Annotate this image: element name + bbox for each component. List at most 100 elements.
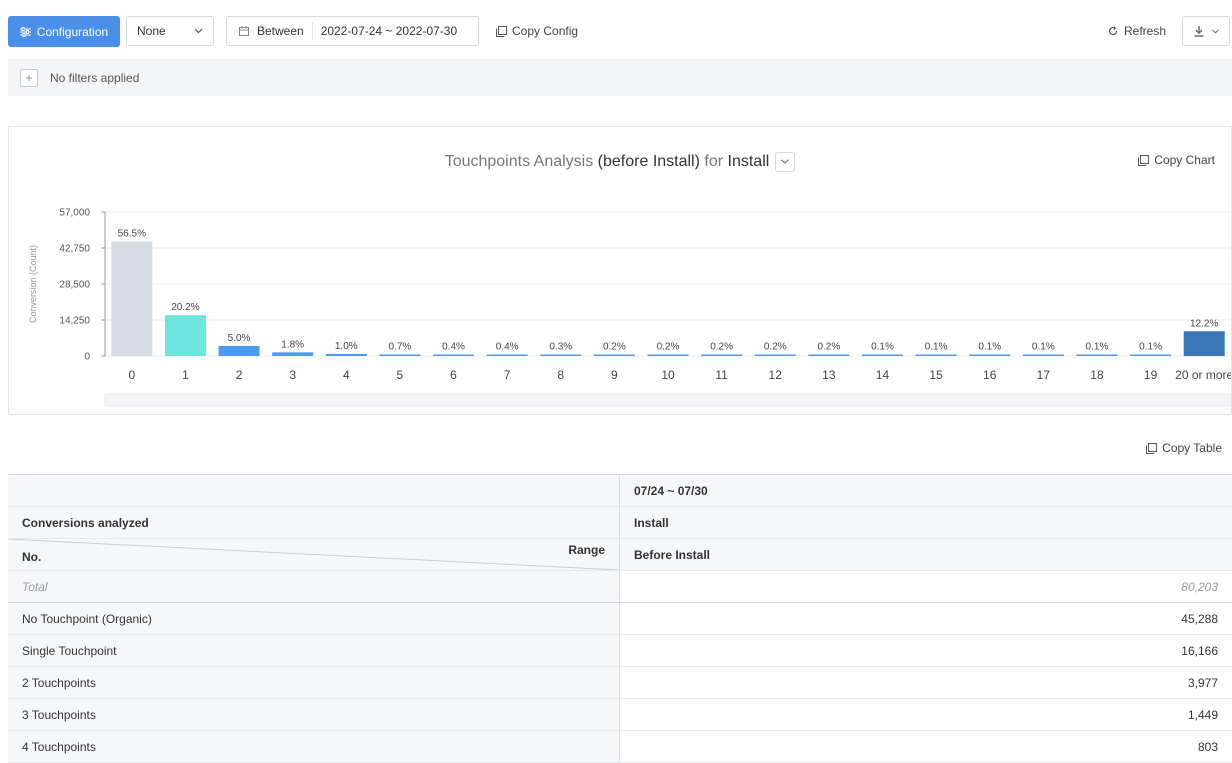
table-header-range: No. Range Before Install [8,539,1232,571]
table-row: 3 Touchpoints 1,449 [8,699,1232,731]
filter-status: No filters applied [50,70,140,85]
table-row: 2 Touchpoints 3,977 [8,667,1232,699]
row-label: Single Touchpoint [8,635,620,666]
data-label: 0.1% [1086,342,1109,353]
data-label: 12.2% [1190,318,1218,329]
chart-panel: Touchpoints Analysis (before Install) fo… [8,126,1232,415]
y-tick-label: 14,250 [59,316,90,327]
download-icon [1194,25,1203,37]
table-row: 4 Touchpoints 803 [8,731,1232,763]
bar-chart: 57,000 42,750 28,500 14,250 0 Conversion (Cou… [28,208,1231,407]
x-tick-label: 1 [182,368,189,382]
period-header: 07/24 ~ 07/30 [620,475,1232,506]
copy-table-button[interactable]: Copy Table [1146,441,1222,455]
data-label: 0.7% [389,342,412,353]
refresh-label: Refresh [1124,24,1167,38]
chevron-down-icon [1211,28,1219,34]
data-label: 0.1% [978,342,1001,353]
table-header-conversion: Conversions analyzed Install [8,507,1232,539]
row-value: 45,288 [1181,611,1218,626]
data-table: 07/24 ~ 07/30 Conversions analyzed Insta… [8,474,1232,763]
toolbar: Configuration None Between 2022-07-24 ~ … [8,16,1230,48]
data-label: 0.1% [871,342,894,353]
calendar-icon [239,26,249,36]
add-filter-button[interactable]: + [20,68,38,87]
data-label: 0.2% [817,342,840,353]
bar [272,352,314,356]
x-tick-label: 10 [661,368,675,382]
x-tick-label: 20 or more [1175,368,1231,382]
y-tick-label: 28,500 [59,280,90,291]
refresh-button[interactable]: Refresh [1108,24,1166,38]
x-tick-label: 5 [397,368,404,382]
copy-table-label: Copy Table [1162,441,1222,455]
configuration-button[interactable]: Configuration [8,16,120,47]
row-value: 16,166 [1181,643,1218,658]
conversions-analyzed-value: Install [620,507,1232,538]
x-tick-label: 2 [236,368,243,382]
row-label: No Touchpoint (Organic) [8,603,620,634]
data-label: 0.2% [710,342,733,353]
conversions-analyzed-label: Conversions analyzed [8,507,620,538]
download-dropdown[interactable] [1182,16,1230,46]
y-tick-label: 42,750 [59,244,90,255]
date-range-mode[interactable]: Between [227,22,313,40]
bar [540,354,582,356]
bar [486,354,528,356]
x-tick-label: 9 [611,368,618,382]
sliders-icon [19,26,31,37]
bar [111,241,153,356]
x-tick-label: 14 [876,368,890,382]
chart-scroll-strip [104,393,1231,407]
table-row: Single Touchpoint 16,166 [8,635,1232,667]
date-range-mode-label: Between [257,24,304,38]
date-range-picker[interactable]: Between 2022-07-24 ~ 2022-07-30 [226,16,479,46]
data-label: 0.4% [442,342,465,353]
filter-bar: + No filters applied [8,59,1232,96]
bar [808,354,850,356]
row-value: 803 [1197,739,1218,754]
data-label: 0.2% [603,342,626,353]
copy-config-button[interactable]: Copy Config [496,24,578,38]
date-range-value: 2022-07-24 ~ 2022-07-30 [320,24,458,38]
configuration-label: Configuration [36,24,109,39]
row-value: 3,977 [1187,675,1218,690]
bar [218,345,260,356]
data-label: 0.3% [549,342,572,353]
data-label: 0.1% [925,342,948,353]
x-tick-label: 0 [128,368,135,382]
range-label: Range [568,543,605,557]
data-label: 0.1% [1032,342,1055,353]
bar [754,354,796,356]
bar [433,354,475,356]
diagonal-divider [8,539,619,570]
bar [1183,331,1225,356]
data-label: 0.2% [657,342,680,353]
bar [325,353,367,356]
bar [164,315,206,356]
x-tick-label: 16 [983,368,997,382]
x-tick-label: 8 [557,368,564,382]
row-label: 3 Touchpoints [8,699,620,730]
x-tick-label: 3 [289,368,296,382]
data-label: 1.0% [335,341,358,352]
bar [379,354,421,356]
bar [1130,354,1172,356]
x-tick-label: 11 [715,368,728,382]
bar [1022,354,1064,356]
y-tick-label: 57,000 [59,208,90,219]
header-blank [8,475,620,506]
copy-config-label: Copy Config [512,24,579,38]
data-label: 1.8% [281,339,304,350]
copy-icon [1146,442,1158,454]
chevron-down-icon [194,28,203,34]
data-label: 56.5% [118,229,146,240]
bar [593,354,635,356]
x-tick-label: 18 [1090,368,1104,382]
range-value: Before Install [620,539,1232,570]
y-axis-label: Conversion (Count) [28,245,38,323]
total-value: 80,203 [1181,579,1218,594]
table-header-period: 07/24 ~ 07/30 [8,475,1232,507]
group-by-select[interactable]: None [126,16,214,46]
bar [701,354,743,356]
